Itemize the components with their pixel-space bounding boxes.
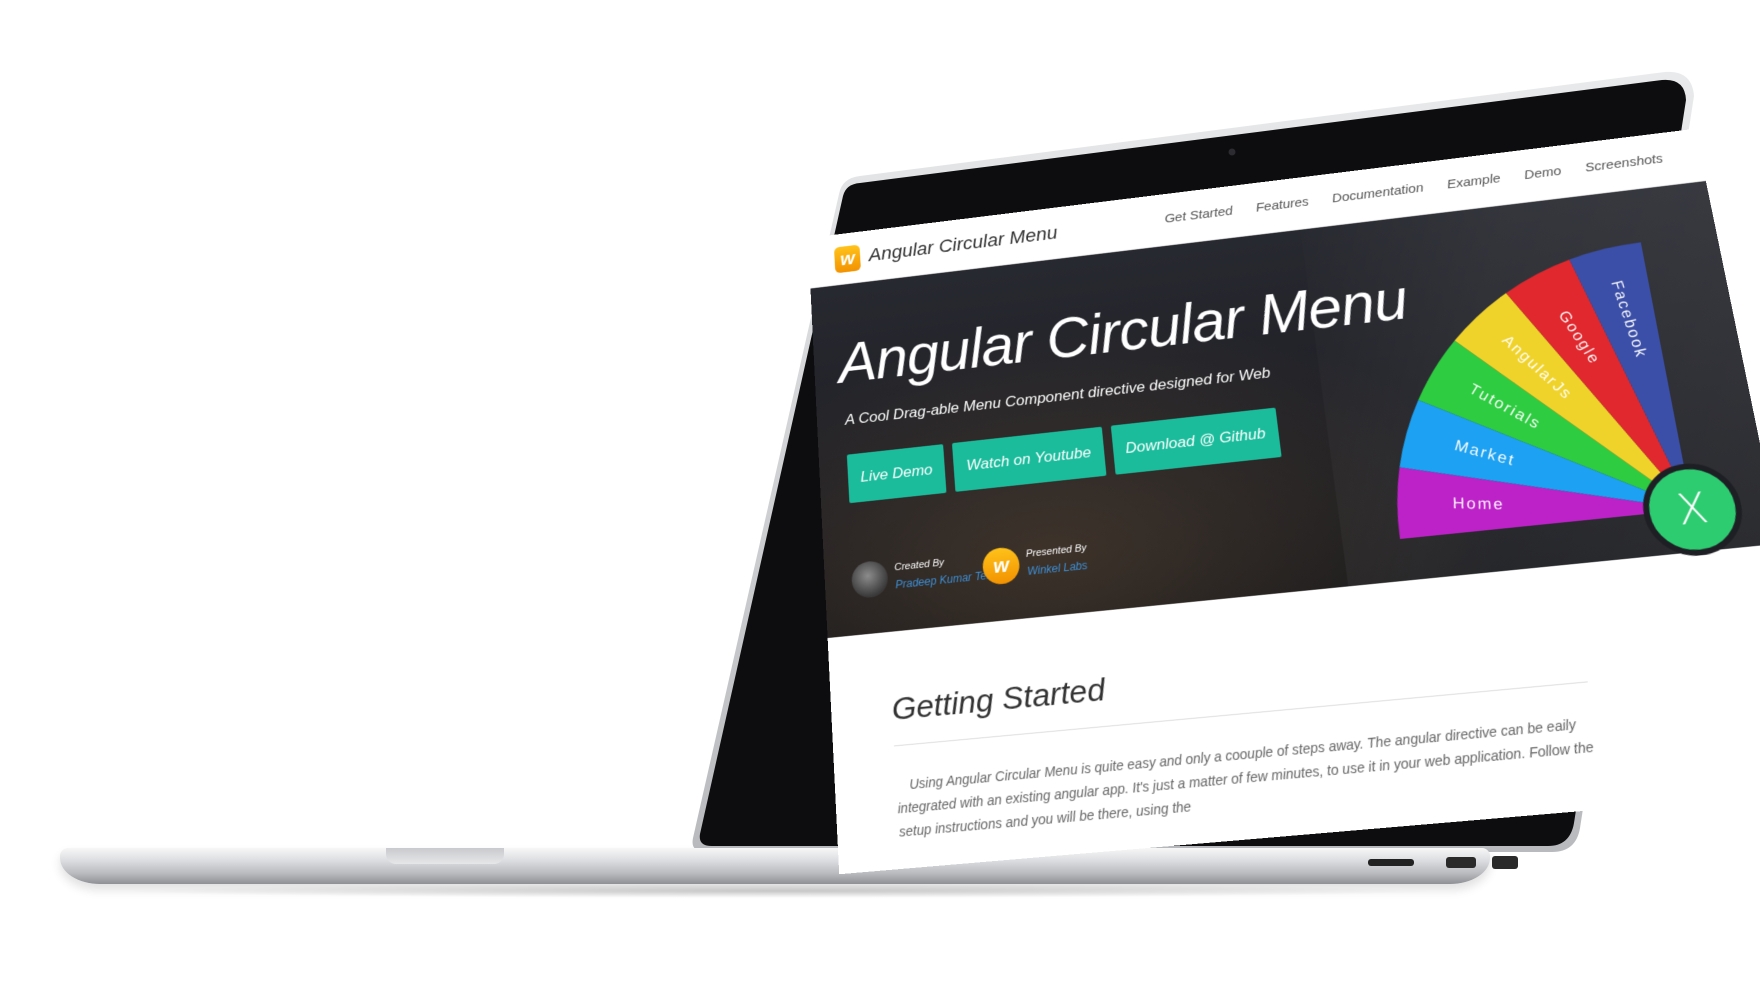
watch-youtube-button[interactable]: Watch on Youtube bbox=[952, 426, 1107, 492]
presented-by-label: Presented By bbox=[1025, 542, 1088, 560]
author-link[interactable]: Pradeep Kumar Terli bbox=[895, 568, 995, 591]
author-avatar bbox=[850, 559, 889, 600]
laptop-shadow bbox=[120, 884, 1440, 898]
nav-example[interactable]: Example bbox=[1446, 171, 1502, 191]
nav-demo[interactable]: Demo bbox=[1523, 164, 1562, 183]
presented-by-credit: w Presented By Winkel Labs bbox=[981, 539, 1090, 586]
winkel-labs-logo: w bbox=[981, 546, 1021, 586]
nav-documentation[interactable]: Documentation bbox=[1331, 181, 1424, 206]
camera-icon bbox=[1228, 148, 1236, 156]
download-github-button[interactable]: Download @ Github bbox=[1110, 407, 1282, 475]
hero-button-group: Live Demo Watch on Youtube Download @ Gi… bbox=[846, 407, 1282, 504]
laptop-opening-notch bbox=[386, 848, 504, 864]
presenter-link[interactable]: Winkel Labs bbox=[1027, 559, 1089, 578]
usb-port bbox=[1492, 856, 1518, 869]
created-by-credit: Created By Pradeep Kumar Terli bbox=[850, 549, 996, 600]
nav-screenshots[interactable]: Screenshots bbox=[1584, 151, 1664, 175]
brand-name[interactable]: Angular Circular Menu bbox=[868, 222, 1058, 266]
laptop-screen: Angular Circular Menu A Cool Drag-able M… bbox=[808, 128, 1760, 875]
getting-started-heading: Getting Started bbox=[890, 671, 1107, 728]
circular-menu: HomeMarketTutorialsAngularJsGoogle Facebo… bbox=[1389, 242, 1760, 581]
circular-menu-label: Home bbox=[1453, 494, 1505, 513]
laptop-base bbox=[60, 848, 1490, 884]
brand-logo[interactable]: w bbox=[833, 244, 861, 274]
live-demo-button[interactable]: Live Demo bbox=[846, 444, 947, 504]
sd-card-slot bbox=[1368, 859, 1414, 866]
nav-get-started[interactable]: Get Started bbox=[1164, 204, 1234, 226]
nav-features[interactable]: Features bbox=[1255, 195, 1310, 215]
hdmi-port bbox=[1446, 857, 1476, 868]
